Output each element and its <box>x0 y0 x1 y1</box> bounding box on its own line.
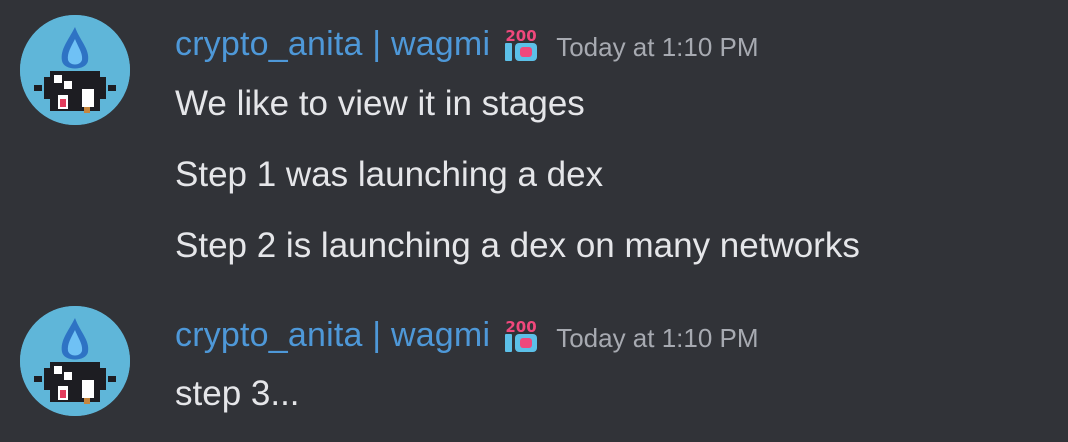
svg-text:200: 200 <box>506 318 537 336</box>
message-group: crypto_anita | wagmi 200 Today at 1:10 P… <box>0 0 1068 290</box>
pixel-cat-avatar-icon <box>20 306 130 416</box>
username[interactable]: crypto_anita | wagmi <box>175 316 490 355</box>
user-avatar[interactable] <box>20 306 130 416</box>
svg-text:200: 200 <box>506 27 537 45</box>
100-emoji-icon[interactable]: 200 <box>500 314 542 356</box>
timestamp[interactable]: Today at 1:10 PM <box>556 32 758 63</box>
message-header: crypto_anita | wagmi 200 Today at 1:10 P… <box>175 312 759 358</box>
message-text: We like to view it in stages <box>175 84 585 123</box>
message-text: Step 1 was launching a dex <box>175 155 604 194</box>
message-group: crypto_anita | wagmi 200 Today at 1:10 P… <box>0 290 1068 442</box>
username[interactable]: crypto_anita | wagmi <box>175 25 490 64</box>
message-text: step 3... <box>175 374 300 413</box>
message-header: crypto_anita | wagmi 200 Today at 1:10 P… <box>175 21 759 67</box>
message-text: Step 2 is launching a dex on many networ… <box>175 226 860 265</box>
timestamp[interactable]: Today at 1:10 PM <box>556 323 758 354</box>
user-avatar[interactable] <box>20 15 130 125</box>
pixel-cat-avatar-icon <box>20 15 130 125</box>
100-emoji-icon[interactable]: 200 <box>500 23 542 65</box>
